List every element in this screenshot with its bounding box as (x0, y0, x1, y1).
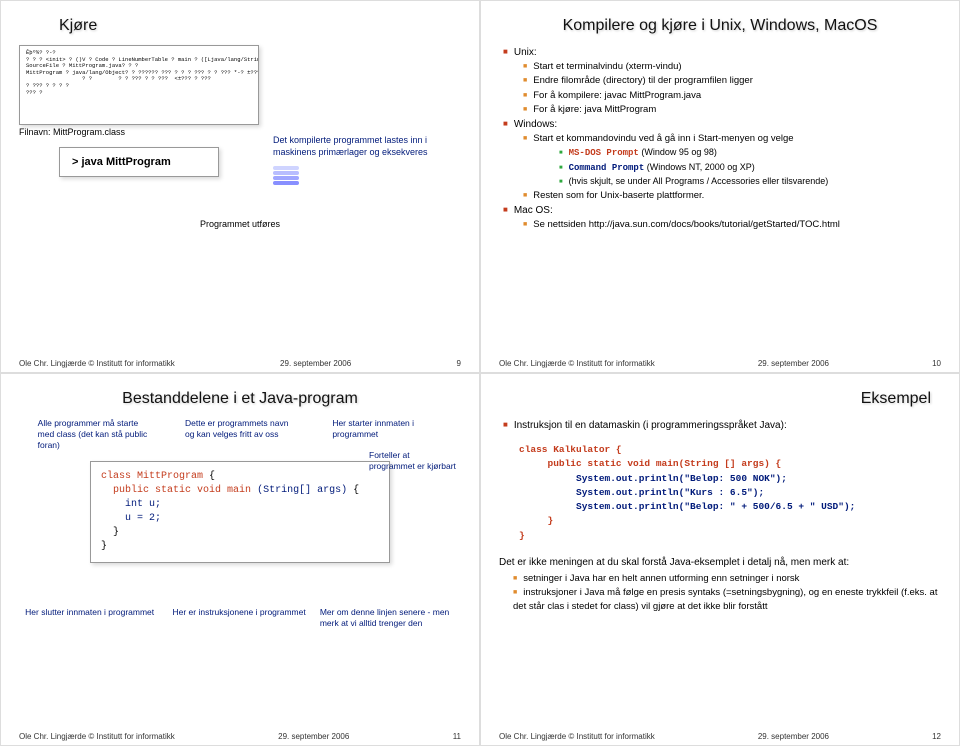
run-prompt: > java MittProgram (59, 147, 219, 177)
code-box: class MittProgram { public static void m… (90, 461, 390, 563)
footer-date: 29. september 2006 (758, 732, 829, 741)
annotation: Her starter innmaten i programmet (332, 418, 442, 451)
annotation-executed: Programmet utføres (19, 219, 461, 231)
footer-author: Ole Chr. Lingjærde © Institutt for infor… (499, 359, 655, 368)
code-block: class Kalkulator { public static void ma… (519, 443, 941, 543)
mac-step: Se nettsiden http://java.sun.com/docs/bo… (523, 218, 941, 232)
note-item: setninger i Java har en helt annen utfor… (513, 572, 941, 586)
stack-icon (273, 166, 461, 193)
unix-step: For å kompilere: javac MittProgram.java (523, 89, 941, 103)
intro-text: Instruksjon til en datamaskin (i program… (503, 418, 941, 433)
slide-number: 12 (932, 732, 941, 741)
slide-title: Bestanddelene i et Java-program (19, 390, 461, 408)
note-item: instruksjoner i Java må følge en presis … (513, 586, 941, 615)
slide-9: Kjøre Êþº¾? ?-? ? ? ? <init> ? ()V ? Cod… (0, 0, 480, 373)
slide-number: 9 (457, 359, 461, 368)
footer-date: 29. september 2006 (278, 732, 349, 741)
windows-prompt-option: MS-DOS Prompt (Window 95 og 98) (559, 146, 941, 161)
annotation-load: Det kompilerte programmet lastes inn i m… (273, 135, 461, 158)
slide-12: Eksempel Instruksjon til en datamaskin (… (480, 373, 960, 746)
annotation: Alle programmer må starte med class (det… (38, 418, 148, 451)
slide-title: Kompilere og kjøre i Unix, Windows, MacO… (499, 17, 941, 35)
windows-step: Resten som for Unix-baserte plattformer. (523, 189, 941, 203)
footer-author: Ole Chr. Lingjærde © Institutt for infor… (499, 732, 655, 741)
slide-number: 10 (932, 359, 941, 368)
bytecode-box: Êþº¾? ?-? ? ? ? <init> ? ()V ? Code ? Li… (19, 45, 259, 125)
windows-heading: Windows: (514, 119, 557, 130)
footer-date: 29. september 2006 (280, 359, 351, 368)
windows-step: Start et kommandovindu ved å gå inn i St… (523, 132, 941, 189)
footer-author: Ole Chr. Lingjærde © Institutt for infor… (19, 359, 175, 368)
slide-title: Kjøre (59, 17, 461, 35)
note-intro: Det er ikke meningen at du skal forstå J… (499, 557, 941, 568)
windows-prompt-note: (hvis skjult, se under All Programs / Ac… (559, 175, 941, 189)
footer-author: Ole Chr. Lingjærde © Institutt for infor… (19, 732, 175, 741)
annotation: Her slutter innmaten i programmet (25, 607, 160, 629)
unix-step: Endre filområde (directory) til der prog… (523, 74, 941, 88)
footer-date: 29. september 2006 (758, 359, 829, 368)
slide-title: Eksempel (499, 390, 931, 408)
file-name-label: Filnavn: MittProgram.class (19, 127, 259, 137)
unix-step: Start et terminalvindu (xterm-vindu) (523, 60, 941, 74)
slide-number: 11 (453, 732, 461, 741)
unix-heading: Unix: (514, 47, 537, 58)
annotation: Forteller at programmet er kjørbart (369, 450, 457, 472)
slide-10: Kompilere og kjøre i Unix, Windows, MacO… (480, 0, 960, 373)
annotation: Mer om denne linjen senere - men merk at… (320, 607, 455, 629)
mac-heading: Mac OS: (514, 205, 553, 216)
unix-step: For å kjøre: java MittProgram (523, 103, 941, 117)
windows-prompt-option: Command Prompt (Windows NT, 2000 og XP) (559, 161, 941, 176)
slide-11: Bestanddelene i et Java-program Alle pro… (0, 373, 480, 746)
annotation: Her er instruksjonene i programmet (172, 607, 307, 629)
annotation: Dette er programmets navn og kan velges … (185, 418, 295, 451)
